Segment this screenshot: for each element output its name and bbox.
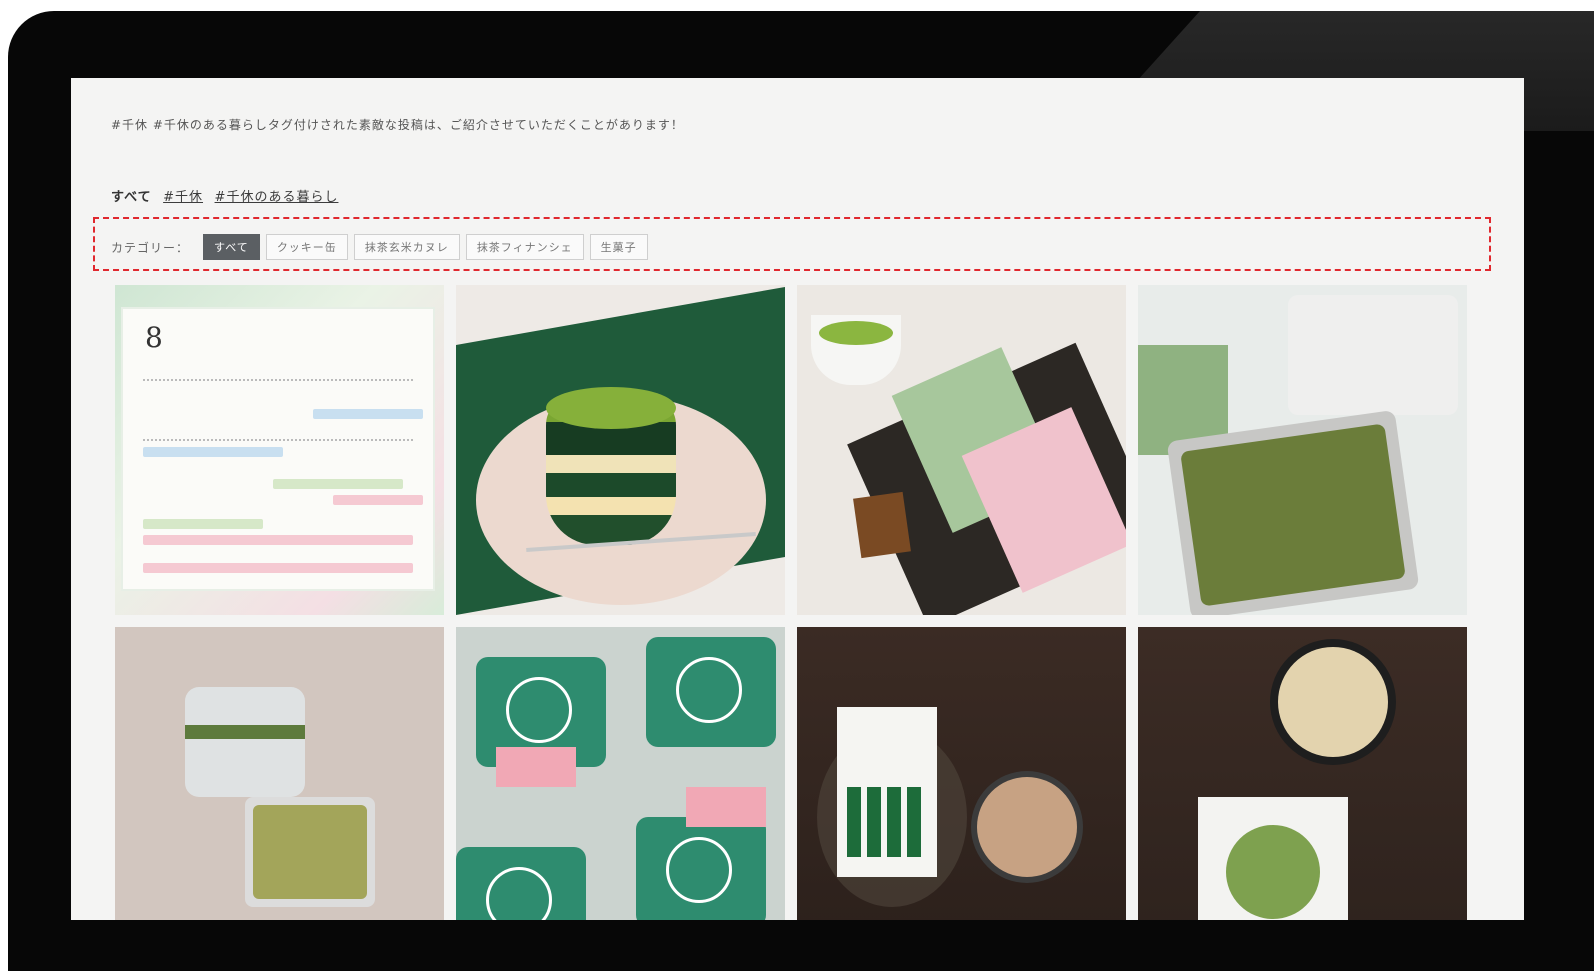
packet bbox=[636, 817, 766, 920]
device-screen: #千休 #千休のある暮らしタグ付けされた素敵な投稿は、ご紹介させていただくことが… bbox=[71, 78, 1524, 920]
category-button-canele[interactable]: 抹茶玄米カヌレ bbox=[353, 234, 460, 260]
calendar-divider bbox=[143, 439, 413, 445]
cookie-tin bbox=[1166, 409, 1420, 615]
tag-all[interactable]: すべて bbox=[111, 190, 152, 205]
calendar-event-bar bbox=[313, 409, 423, 419]
post-image-tiramisu[interactable] bbox=[456, 285, 785, 615]
category-filter: カテゴリー： すべて クッキー缶 抹茶玄米カヌレ 抹茶フィナンシェ 生菓子 bbox=[111, 234, 648, 260]
open-cookie-tin bbox=[245, 797, 375, 907]
packet bbox=[456, 847, 586, 920]
calendar-divider bbox=[143, 379, 413, 385]
tag-filter: すべて #千休 #千休のある暮らし bbox=[111, 186, 338, 205]
post-image-coffee-cookie[interactable] bbox=[1138, 627, 1467, 920]
tag-link-senkyu-life[interactable]: #千休のある暮らし bbox=[215, 190, 339, 205]
matcha-mug bbox=[811, 315, 901, 385]
calendar-event-bar bbox=[333, 495, 423, 505]
category-button-all[interactable]: すべて bbox=[203, 234, 260, 260]
matcha-top bbox=[546, 387, 676, 429]
cookie-bag bbox=[1198, 797, 1348, 920]
calendar-card: 8 bbox=[123, 309, 433, 589]
calendar-event-bar bbox=[273, 479, 403, 489]
category-button-financier[interactable]: 抹茶フィナンシェ bbox=[465, 234, 584, 260]
post-image-cookie-tin[interactable] bbox=[1138, 285, 1467, 615]
tea-mug bbox=[977, 777, 1077, 877]
calendar-event-bar bbox=[143, 519, 263, 529]
post-image-calendar[interactable]: 8 bbox=[115, 285, 444, 615]
tag-link-senkyu[interactable]: #千休 bbox=[163, 190, 203, 205]
ribbon bbox=[185, 725, 305, 739]
calendar-event-bar bbox=[143, 535, 413, 545]
category-button-namagashi[interactable]: 生菓子 bbox=[589, 234, 648, 260]
post-image-packets[interactable] bbox=[456, 627, 785, 920]
coffee-cup bbox=[1278, 647, 1388, 757]
financier bbox=[853, 491, 911, 559]
category-label: カテゴリー： bbox=[111, 240, 190, 255]
tin-lid bbox=[1288, 295, 1458, 415]
pink-band bbox=[686, 787, 766, 827]
financier-pack bbox=[837, 707, 937, 877]
packet bbox=[646, 637, 776, 747]
post-image-tin-ribbon[interactable] bbox=[115, 627, 444, 920]
pink-band bbox=[496, 747, 576, 787]
gift-tin bbox=[185, 687, 305, 797]
intro-text: #千休 #千休のある暮らしタグ付けされた素敵な投稿は、ご紹介させていただくことが… bbox=[111, 118, 684, 132]
instagram-grid: 8 bbox=[115, 285, 1471, 920]
category-button-cookie-tin[interactable]: クッキー缶 bbox=[265, 234, 348, 260]
post-image-tea-pack[interactable] bbox=[797, 627, 1126, 920]
calendar-month: 8 bbox=[145, 321, 163, 354]
post-image-gift-box[interactable] bbox=[797, 285, 1126, 615]
calendar-event-bar bbox=[143, 563, 413, 573]
calendar-event-bar bbox=[143, 447, 283, 457]
